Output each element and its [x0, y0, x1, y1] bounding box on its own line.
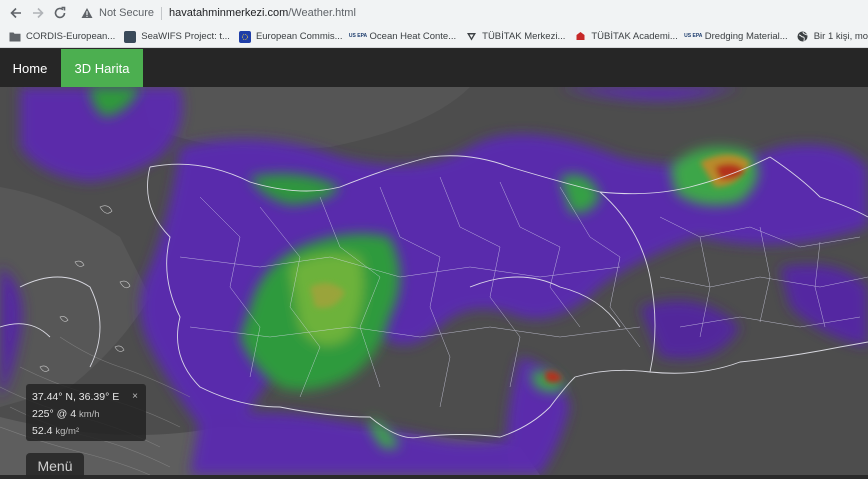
bookmark-label: Ocean Heat Conte... [369, 31, 457, 42]
security-status[interactable]: Not Secure [99, 7, 154, 19]
globe-icon [797, 31, 809, 43]
folder-icon [9, 31, 21, 43]
bookmark-label: TÜBİTAK Merkezi... [482, 31, 566, 42]
epa-icon: US EPA [348, 33, 368, 39]
menu-button[interactable]: Menü [26, 453, 84, 479]
coordinates-readout: 37.44° N, 36.39° E [32, 391, 120, 403]
bookmark-label: Dredging Material... [704, 31, 788, 42]
bookmark-label: SeaWIFS Project: t... [141, 31, 230, 42]
wind-unit[interactable]: km/h [79, 409, 100, 420]
bookmark-dredging[interactable]: US EPA Dredging Material... [684, 31, 788, 43]
bookmark-bir-kisi[interactable]: Bir 1 kişi, moti... [797, 31, 868, 43]
water-unit[interactable]: kg/m² [55, 426, 79, 437]
bookmark-label: CORDIS-European... [26, 31, 116, 42]
water-readout: 52.4 kg/m² [32, 423, 140, 440]
epa-icon: US EPA [684, 33, 703, 39]
site-navbar: Home 3D Harita [0, 49, 868, 87]
bookmark-tubitak-academy[interactable]: TÜBİTAK Academi... [574, 31, 678, 43]
bookmark-tubitak[interactable]: TÜBİTAK Merkezi... [465, 31, 565, 43]
warning-icon [81, 8, 93, 18]
nav-3d-map-link[interactable]: 3D Harita [61, 49, 143, 87]
wind-value: 225° @ 4 [32, 408, 77, 420]
reload-icon[interactable] [49, 2, 71, 24]
bookmark-cordis[interactable]: CORDIS-European... [9, 31, 115, 43]
seawifs-icon [124, 30, 137, 43]
water-value: 52.4 [32, 425, 53, 437]
bookmark-seawifs[interactable]: SeaWIFS Project: t... [124, 30, 230, 43]
bookmark-label: Bir 1 kişi, moti... [813, 31, 868, 42]
url-host: havatahminmerkezi.com [169, 7, 289, 19]
address-divider [161, 6, 163, 20]
bookmarks-bar: CORDIS-European... SeaWIFS Project: t...… [0, 26, 868, 48]
back-arrow-icon[interactable] [5, 2, 27, 24]
location-info-panel: 37.44° N, 36.39° E × 225° @ 4 km/h 52.4 … [26, 384, 146, 441]
bookmark-european-commission[interactable]: European Commis... [238, 30, 343, 43]
forward-arrow-icon[interactable] [27, 2, 49, 24]
bookmark-label: TÜBİTAK Academi... [591, 31, 678, 42]
bookmark-ocean-heat[interactable]: US EPA Ocean Heat Conte... [348, 31, 457, 43]
tubitak-academy-icon [574, 31, 586, 43]
wind-readout: 225° @ 4 km/h [32, 406, 140, 423]
eu-flag-icon [238, 30, 251, 43]
address-bar[interactable]: Not Secure havatahminmerkezi.com/Weather… [77, 2, 862, 24]
close-icon[interactable]: × [132, 388, 138, 405]
nav-home-link[interactable]: Home [0, 49, 60, 87]
tubitak-icon [465, 31, 477, 43]
bookmark-label: European Commis... [255, 31, 343, 42]
browser-toolbar: Not Secure havatahminmerkezi.com/Weather… [0, 0, 868, 26]
url-path: /Weather.html [288, 7, 356, 19]
